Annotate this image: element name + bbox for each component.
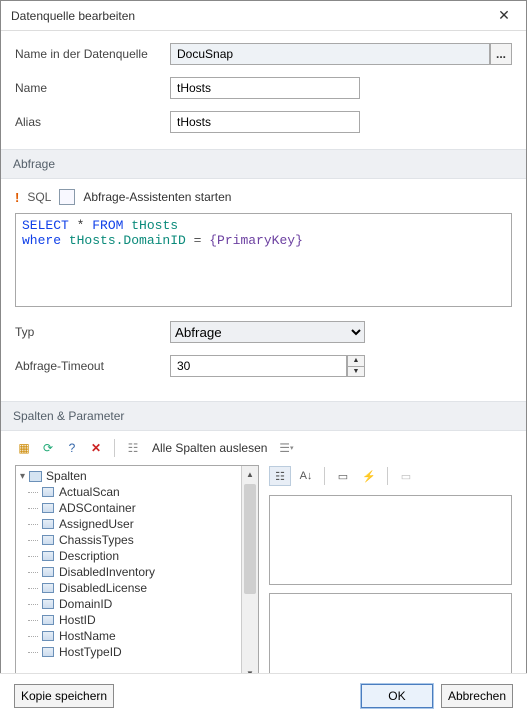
refresh-columns-button[interactable]: ⟳ — [39, 439, 57, 457]
column-icon — [42, 519, 54, 529]
prop-categorized-button[interactable]: ☷ — [269, 466, 291, 486]
alias-input[interactable] — [170, 111, 360, 133]
column-icon — [42, 599, 54, 609]
timeout-spinner[interactable]: ▲ ▼ — [347, 355, 365, 377]
columns-section-header: Spalten & Parameter — [1, 401, 526, 431]
cancel-button[interactable]: Abbrechen — [441, 684, 513, 708]
timeout-label: Abfrage-Timeout — [15, 359, 170, 373]
timeout-input[interactable] — [170, 355, 347, 377]
tree-item[interactable]: HostName — [42, 628, 237, 644]
columns-dropdown-button[interactable]: ☰▾ — [277, 439, 295, 457]
close-button[interactable]: ✕ — [484, 2, 524, 30]
tree-item-label: ActualScan — [59, 485, 120, 499]
prop-sort-button[interactable]: A↓ — [295, 466, 317, 486]
tree-item-label: HostID — [59, 613, 96, 627]
tree-item[interactable]: AssignedUser — [42, 516, 237, 532]
tree-item[interactable]: HostID — [42, 612, 237, 628]
ok-button[interactable]: OK — [361, 684, 433, 708]
property-grid[interactable] — [269, 495, 512, 585]
query-section-header: Abfrage — [1, 149, 526, 179]
columns-tree[interactable]: ▾ Spalten ActualScan ADSContainer Assigned… — [16, 466, 241, 682]
datasource-name-input[interactable] — [170, 43, 490, 65]
sql-label: SQL — [27, 190, 51, 204]
column-help-button[interactable]: ? — [63, 439, 81, 457]
prop-page-button[interactable]: ▭ — [332, 466, 354, 486]
scroll-thumb[interactable] — [244, 484, 256, 594]
tree-item-label: ChassisTypes — [59, 533, 134, 547]
tree-scrollbar[interactable]: ▲ ▼ — [241, 466, 258, 682]
query-section-body: ! SQL Abfrage-Assistenten starten SELECT… — [1, 179, 526, 401]
save-copy-button[interactable]: Kopie speichern — [14, 684, 114, 708]
tree-item[interactable]: ChassisTypes — [42, 532, 237, 548]
tree-item-label: Description — [59, 549, 119, 563]
columns-toolbar: ▦ ⟳ ? ✕ ☷ Alle Spalten auslesen ☰▾ — [1, 431, 526, 465]
query-toolbar: ! SQL Abfrage-Assistenten starten — [15, 185, 512, 213]
columns-tree-wrap: ▾ Spalten ActualScan ADSContainer Assigned… — [15, 465, 259, 683]
property-panels: ☷ A↓ ▭ ⚡ ▭ — [269, 465, 512, 683]
property-description — [269, 593, 512, 683]
scroll-up-icon[interactable]: ▲ — [242, 466, 258, 483]
form-area: Name in der Datenquelle ... Name Alias — [1, 31, 526, 149]
type-label: Typ — [15, 325, 170, 339]
window-title: Datenquelle bearbeiten — [11, 9, 135, 23]
column-icon — [42, 567, 54, 577]
property-toolbar: ☷ A↓ ▭ ⚡ ▭ — [269, 465, 512, 487]
query-wizard-button[interactable]: Abfrage-Assistenten starten — [83, 190, 231, 204]
delete-column-button[interactable]: ✕ — [87, 439, 105, 457]
column-icon — [42, 583, 54, 593]
tree-item[interactable]: Description — [42, 548, 237, 564]
tree-item[interactable]: ActualScan — [42, 484, 237, 500]
dialog-footer: Kopie speichern OK Abbrechen — [0, 673, 527, 720]
columns-grid-icon[interactable]: ☷ — [124, 439, 142, 457]
tree-item[interactable]: ADSContainer — [42, 500, 237, 516]
tree-item[interactable]: HostTypeID — [42, 644, 237, 660]
name-input[interactable] — [170, 77, 360, 99]
column-icon — [42, 487, 54, 497]
prop-extra-button[interactable]: ▭ — [395, 466, 417, 486]
read-all-columns-button[interactable]: Alle Spalten auslesen — [152, 441, 267, 455]
tree-root[interactable]: ▾ Spalten — [20, 469, 237, 483]
wizard-icon[interactable] — [59, 189, 75, 205]
tree-item[interactable]: DomainID — [42, 596, 237, 612]
tree-root-label: Spalten — [46, 469, 87, 483]
toolbar-separator — [387, 467, 388, 485]
alias-label: Alias — [15, 115, 170, 129]
column-icon — [42, 647, 54, 657]
column-icon — [42, 631, 54, 641]
add-column-button[interactable]: ▦ — [15, 439, 33, 457]
datasource-name-label: Name in der Datenquelle — [15, 47, 170, 61]
tree-item-label: HostTypeID — [59, 645, 122, 659]
tree-item[interactable]: DisabledInventory — [42, 564, 237, 580]
columns-area: ▾ Spalten ActualScan ADSContainer Assigned… — [1, 465, 526, 693]
tree-item-label: DisabledInventory — [59, 565, 155, 579]
tree-item-label: AssignedUser — [59, 517, 134, 531]
toolbar-separator — [114, 439, 115, 457]
name-label: Name — [15, 81, 170, 95]
folder-icon — [29, 471, 42, 482]
tree-item[interactable]: DisabledLicense — [42, 580, 237, 596]
titlebar: Datenquelle bearbeiten ✕ — [1, 1, 526, 31]
tree-item-label: DomainID — [59, 597, 112, 611]
warning-icon: ! — [15, 190, 19, 205]
spin-up-icon[interactable]: ▲ — [348, 356, 364, 367]
sql-editor[interactable]: SELECT * FROM tHosts where tHosts.Domain… — [15, 213, 512, 307]
tree-item-label: HostName — [59, 629, 116, 643]
tree-item-label: ADSContainer — [59, 501, 136, 515]
column-icon — [42, 615, 54, 625]
column-icon — [42, 503, 54, 513]
column-icon — [42, 551, 54, 561]
toolbar-separator — [324, 467, 325, 485]
column-icon — [42, 535, 54, 545]
spin-down-icon[interactable]: ▼ — [348, 367, 364, 377]
type-select[interactable]: Abfrage — [170, 321, 365, 343]
tree-collapse-icon[interactable]: ▾ — [20, 471, 25, 482]
prop-events-button[interactable]: ⚡ — [358, 466, 380, 486]
datasource-browse-button[interactable]: ... — [490, 43, 512, 65]
tree-item-label: DisabledLicense — [59, 581, 147, 595]
